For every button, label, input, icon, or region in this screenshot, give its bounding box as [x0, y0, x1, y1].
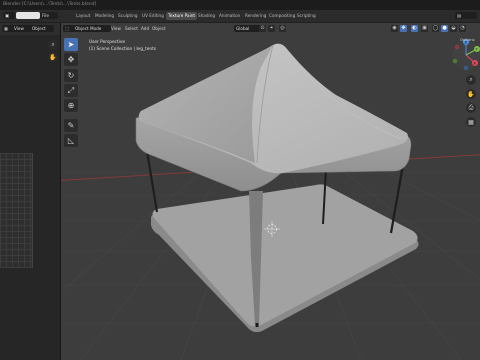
- image-editor-panel: ▦ View Object: [0, 23, 61, 360]
- shading-solid-icon[interactable]: ●: [441, 25, 448, 32]
- workspace-topbar: ▣ File Layout Modeling Sculpting UV Editing…: [0, 10, 480, 23]
- annotate-icon[interactable]: ✎: [64, 119, 78, 132]
- image-editor-grid[interactable]: [0, 153, 33, 268]
- window-title: Blender [C:\Users\...\Tents\...\Tents.bl…: [3, 2, 97, 7]
- xray-icon[interactable]: ▣: [421, 25, 428, 32]
- proportional-edit-icon[interactable]: ◎: [279, 25, 286, 32]
- shading-material-icon[interactable]: ◒: [450, 25, 457, 32]
- tab-modeling[interactable]: Modeling: [93, 12, 116, 20]
- tab-layout[interactable]: Layout: [74, 12, 92, 20]
- pivot-icon[interactable]: ⊙: [259, 25, 266, 32]
- navigation-gizmo[interactable]: X Y Z: [452, 39, 480, 71]
- scene-render: X Y Z: [61, 39, 480, 360]
- tab-uv-editing[interactable]: UV Editing: [140, 12, 166, 20]
- menu-select[interactable]: Select: [125, 25, 138, 32]
- menu-add[interactable]: Add: [141, 25, 149, 32]
- camera-icon[interactable]: ⎙: [466, 103, 476, 113]
- tab-rendering[interactable]: Rendering: [243, 12, 268, 20]
- rotate-icon[interactable]: ↻: [64, 69, 78, 82]
- tent-base-plate: [151, 184, 419, 333]
- 3d-viewport[interactable]: X Y Z ⬚ Object Mode View Select Add Obje…: [61, 23, 480, 360]
- view-menu[interactable]: View: [12, 25, 32, 32]
- window-titlebar: Blender [C:\Users\...\Tents\...\Tents.bl…: [0, 0, 480, 10]
- editor-type-icon[interactable]: ▣: [3, 12, 15, 19]
- file-field[interactable]: File: [40, 12, 58, 19]
- mode-dropdown[interactable]: Object Mode: [73, 25, 111, 32]
- tab-shading[interactable]: Shading: [196, 12, 217, 20]
- snap-icon[interactable]: ⌖: [268, 25, 275, 32]
- overlay-toggle-icon[interactable]: ◐: [411, 25, 418, 32]
- zoom-icon[interactable]: ⌕: [466, 75, 476, 85]
- scene-selector-icon[interactable]: ▤: [455, 12, 477, 19]
- tab-animation[interactable]: Animation: [217, 12, 242, 20]
- visibility-icon[interactable]: ◉: [391, 25, 398, 32]
- tab-scripting[interactable]: Scripting: [295, 12, 318, 20]
- grid-icon[interactable]: ▦: [466, 117, 476, 127]
- transform-icon[interactable]: ⊕: [64, 99, 78, 112]
- hand-icon[interactable]: ✋: [48, 52, 58, 62]
- shading-wire-icon[interactable]: ◯: [432, 25, 439, 32]
- scene-field[interactable]: [16, 12, 40, 19]
- cursor-icon[interactable]: ➤: [64, 38, 78, 51]
- scene-collection-label: (1) Scene Collection | leg_tents: [89, 47, 157, 52]
- menu-view[interactable]: View: [111, 25, 121, 32]
- view-perspective-label: User Perspective: [89, 40, 126, 45]
- gizmo-toggle-icon[interactable]: ✥: [400, 25, 407, 32]
- tab-sculpting[interactable]: Sculpting: [116, 12, 140, 20]
- tab-compositing[interactable]: Compositing: [267, 12, 297, 20]
- scale-icon[interactable]: ⤢: [64, 84, 78, 97]
- tab-texture-paint[interactable]: Texture Paint: [166, 12, 198, 20]
- menu-object[interactable]: Object: [152, 25, 166, 32]
- move-icon[interactable]: ✥: [64, 53, 78, 66]
- viewport-header: ⬚ Object Mode View Select Add Object Glo…: [61, 23, 480, 42]
- object-menu[interactable]: Object: [30, 25, 54, 32]
- options-menu[interactable]: Options: [460, 36, 475, 43]
- shading-render-icon[interactable]: ◔: [459, 25, 466, 32]
- zoom-icon[interactable]: ⌕: [48, 40, 58, 50]
- hand-icon[interactable]: ✋: [466, 89, 476, 99]
- image-editor-header: ▦ View Object: [0, 23, 60, 35]
- measure-icon[interactable]: ◺: [64, 134, 78, 147]
- transform-orientation[interactable]: Global: [234, 25, 260, 32]
